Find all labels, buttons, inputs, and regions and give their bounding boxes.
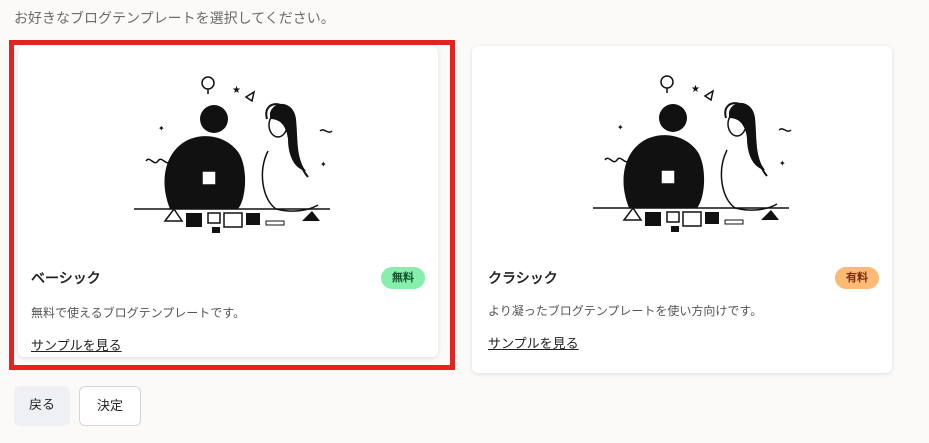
back-button[interactable]: 戻る [14,386,70,426]
instruction-text: お好きなブログテンプレートを選択してください。 [14,11,335,27]
svg-text:✦: ✦ [320,160,327,169]
svg-text:✦: ✦ [617,123,624,132]
illustration-people-image: ★ ✦ ✦ [593,75,792,232]
template-thumbnail-classic: ★ ✦ ✦ [521,58,861,248]
view-sample-link[interactable]: サンプルを見る [488,333,579,352]
view-sample-link[interactable]: サンプルを見る [31,335,122,354]
template-thumbnail-basic: ★ ✦ ✦ [62,59,402,249]
template-title: クラシック [488,271,558,287]
svg-text:★: ★ [691,84,700,95]
template-description: 無料で使えるブログテンプレートです。 [31,306,246,320]
svg-text:✦: ✦ [779,159,786,168]
illustration-people-image: ★ ✦ ✦ [134,76,333,233]
template-card-basic[interactable]: ★ ✦ ✦ ベーシック 無料 無料で使えるブログテンプレートです。 サンプルを見… [18,46,438,357]
free-badge: 無料 [381,267,425,289]
confirm-button[interactable]: 決定 [79,386,141,426]
template-title: ベーシック [31,271,101,287]
template-card-classic[interactable]: ★ ✦ ✦ クラシック 有料 より凝ったブログテンプレートを使い方向けです。 サ… [472,46,892,373]
template-description: より凝ったブログテンプレートを使い方向けです。 [488,304,763,318]
svg-text:★: ★ [232,85,241,96]
paid-badge: 有料 [835,267,879,289]
svg-text:✦: ✦ [158,124,165,133]
